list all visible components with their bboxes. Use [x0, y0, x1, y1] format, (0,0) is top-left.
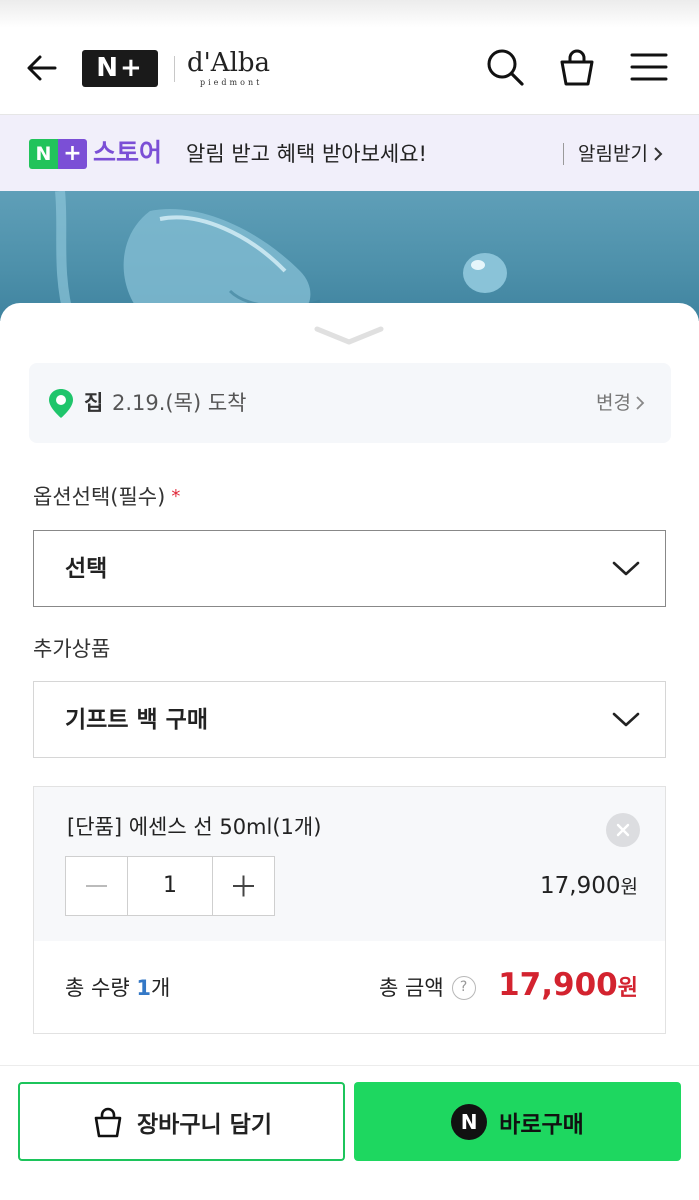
- add-to-cart-label: 장바구니 담기: [137, 1111, 272, 1138]
- logo-divider: [174, 56, 175, 82]
- total-price: 17,900원: [498, 964, 638, 1010]
- total-price-value: 17,900: [498, 967, 618, 1003]
- location-pin-icon: [49, 389, 73, 418]
- help-icon[interactable]: ?: [451, 976, 476, 1000]
- decrease-quantity-button[interactable]: [66, 857, 127, 915]
- logo-n: N: [29, 139, 58, 169]
- banner-message: 알림 받고 혜택 받아보세요!: [186, 142, 427, 166]
- option-select[interactable]: 선택: [33, 530, 666, 607]
- total-quantity-prefix: 총 수량: [65, 976, 137, 1000]
- chevron-down-icon: [612, 712, 640, 727]
- water-droplets-illustration: [55, 191, 507, 321]
- close-icon: [616, 823, 630, 837]
- receive-alerts-link[interactable]: 알림받기: [578, 138, 664, 170]
- total-quantity-value: 1: [136, 976, 151, 1000]
- plus-icon: [233, 875, 254, 897]
- chevron-right-icon: [636, 396, 645, 410]
- naver-plus-logo[interactable]: N+: [82, 50, 158, 87]
- receive-alerts-label: 알림받기: [578, 143, 648, 165]
- sheet-collapse-handle[interactable]: [313, 325, 385, 347]
- item-name: [단품] 에센스 선 50ml(1개): [67, 815, 322, 839]
- banner-divider: [563, 143, 564, 165]
- shopping-bag-icon: [94, 1107, 122, 1137]
- delivery-info: 집 2.19.(목) 도착 변경: [29, 363, 671, 443]
- required-mark: *: [171, 486, 181, 507]
- total-amount-text: 총 금액: [379, 976, 444, 1000]
- change-label: 변경: [596, 392, 631, 414]
- purchase-bottom-sheet: 집 2.19.(목) 도착 변경 옵션선택(필수) * 선택 추가상품 기프트 백…: [0, 303, 699, 1200]
- change-address-button[interactable]: 변경: [596, 387, 645, 419]
- add-to-cart-button[interactable]: 장바구니 담기: [18, 1082, 345, 1161]
- status-shade: [0, 0, 699, 28]
- chevron-right-icon: [654, 147, 663, 161]
- addon-select-value: 기프트 백 구매: [65, 707, 208, 733]
- option-label: 옵션선택(필수) *: [33, 481, 180, 513]
- quantity-stepper: 1: [65, 856, 275, 916]
- total-quantity-suffix: 개: [150, 976, 171, 1000]
- action-bar-divider: [0, 1065, 699, 1066]
- item-price-value: 17,900: [540, 873, 621, 899]
- option-label-text: 옵션선택(필수): [33, 485, 166, 509]
- product-hero-image: [0, 191, 699, 321]
- store-label: 스토어: [93, 138, 163, 167]
- selected-item-box: [단품] 에센스 선 50ml(1개) 1 17,900원 총 수량 1개 총 …: [33, 786, 666, 1034]
- buy-now-label: 바로구매: [499, 1111, 584, 1138]
- buy-now-button[interactable]: N 바로구매: [354, 1082, 681, 1161]
- back-arrow-icon[interactable]: [22, 48, 62, 88]
- delivery-date: 2.19.(목) 도착: [112, 391, 247, 415]
- item-price-currency: 원: [620, 876, 638, 898]
- search-icon[interactable]: [484, 46, 526, 88]
- naver-pay-icon: N: [451, 1103, 488, 1140]
- total-quantity: 총 수량 1개: [65, 971, 170, 1005]
- selected-item-row: [단품] 에센스 선 50ml(1개) 1 17,900원: [34, 787, 665, 941]
- total-price-currency: 원: [617, 976, 638, 1001]
- shopping-bag-icon[interactable]: [556, 46, 598, 88]
- increase-quantity-button[interactable]: [213, 857, 274, 915]
- store-notification-banner: N + 스토어 알림 받고 혜택 받아보세요! 알림받기: [0, 115, 699, 191]
- option-select-value: 선택: [65, 556, 108, 582]
- addon-label: 추가상품: [33, 637, 111, 661]
- quantity-value[interactable]: 1: [127, 857, 213, 915]
- naver-plus-store-logo: N +: [29, 139, 87, 169]
- top-header: N+ d'Alba piedmont: [0, 0, 699, 115]
- remove-item-button[interactable]: [606, 813, 640, 847]
- chevron-down-icon: [612, 561, 640, 576]
- brand-subtitle: piedmont: [200, 78, 263, 87]
- total-amount-label: 총 금액 ?: [379, 971, 476, 1005]
- menu-icon[interactable]: [628, 46, 670, 88]
- addon-select[interactable]: 기프트 백 구매: [33, 681, 666, 758]
- brand-name[interactable]: d'Alba: [187, 48, 270, 78]
- delivery-place: 집: [84, 391, 104, 415]
- logo-plus: +: [58, 139, 87, 169]
- minus-icon: [86, 885, 107, 887]
- item-price: 17,900원: [540, 869, 638, 904]
